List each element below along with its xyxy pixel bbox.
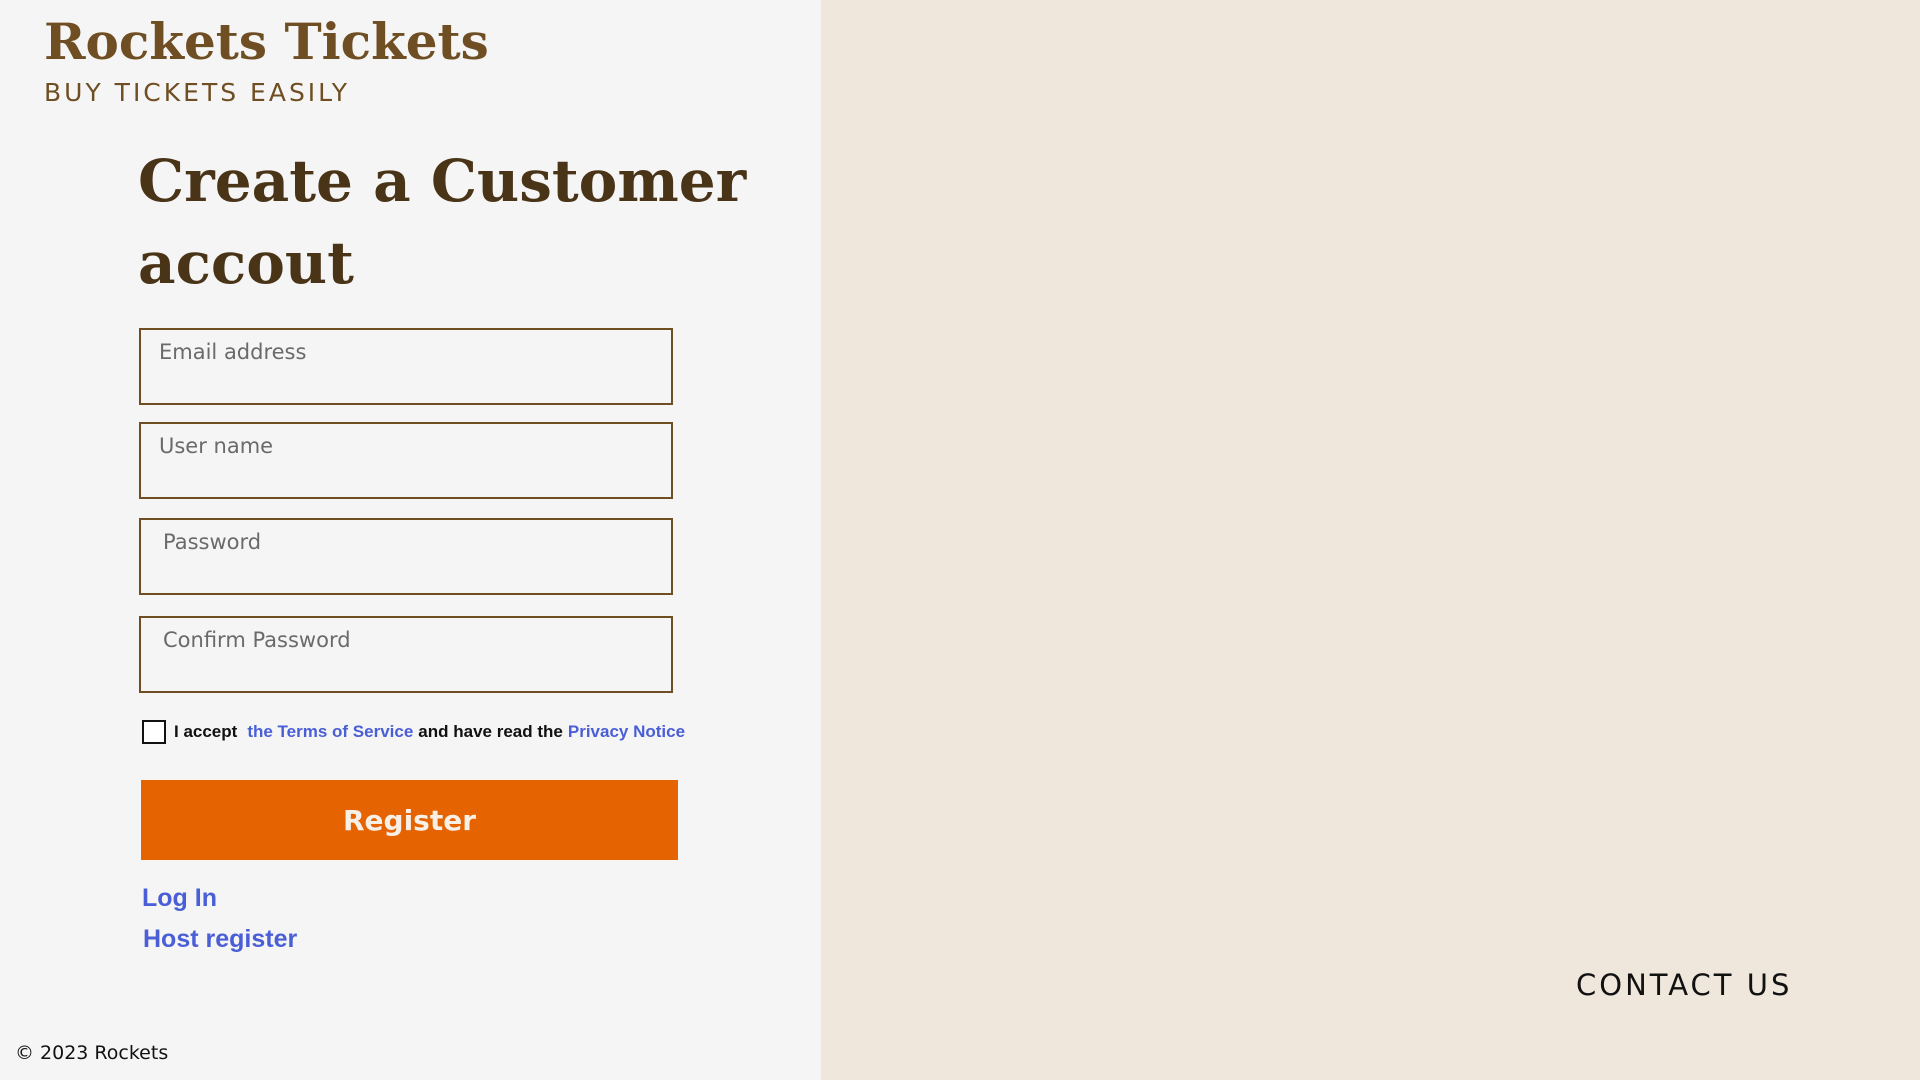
username-field-container [139,422,673,499]
confirm-password-field-container [139,616,673,693]
terms-middle-text: and have read the [418,722,563,741]
terms-checkbox[interactable] [142,720,166,744]
login-link[interactable]: Log In [142,884,217,913]
privacy-notice-link[interactable]: Privacy Notice [568,722,685,742]
confirm-password-field[interactable] [141,618,671,691]
password-field[interactable] [141,520,671,593]
page-heading: Create a Customer accout [138,147,747,297]
terms-of-service-link[interactable]: the Terms of Service [247,722,413,742]
footer-copyright: © 2023 Rockets [15,1042,169,1064]
password-field-container [139,518,673,595]
brand-title: Rockets Tickets [44,12,489,71]
terms-prefix: I accept [174,722,238,741]
terms-row: I accept the Terms of Service and have r… [142,720,685,744]
register-button[interactable]: Register [141,780,678,860]
email-field-container [139,328,673,405]
username-field[interactable] [141,424,671,497]
contact-us-link[interactable]: CONTACT US [1576,968,1792,1002]
right-panel [821,0,1920,1080]
brand-tagline: BUY TICKETS EASILY [44,78,351,107]
email-field[interactable] [141,330,671,403]
host-register-link[interactable]: Host register [143,925,297,954]
